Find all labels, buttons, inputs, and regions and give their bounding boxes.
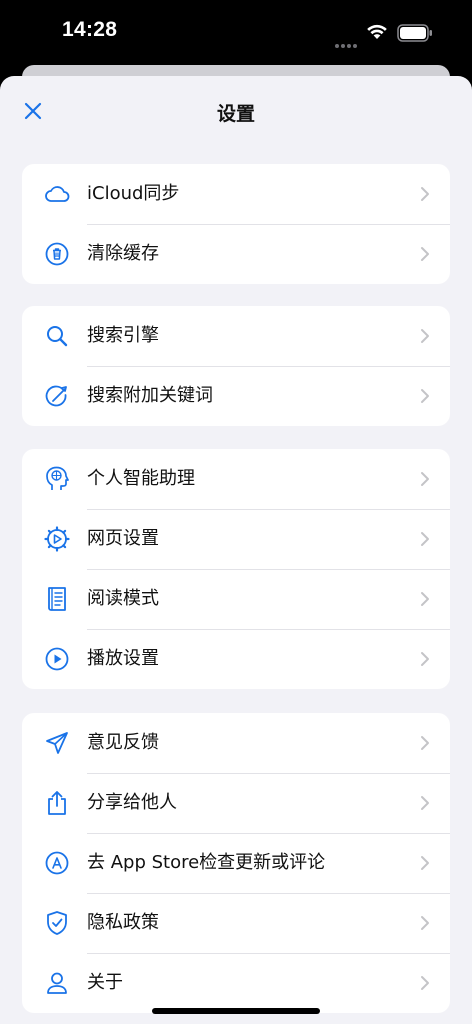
settings-group-search: 搜索引擎 搜索附加关键词: [22, 306, 450, 426]
chevron-right-icon: [421, 856, 429, 870]
wifi-icon: [367, 24, 387, 39]
status-bar: 14:28: [0, 0, 472, 64]
search-icon: [44, 323, 70, 349]
page-title: 设置: [216, 103, 255, 125]
row-playback-settings[interactable]: 播放设置: [22, 629, 450, 689]
row-label: 分享给他人: [87, 792, 177, 813]
row-label: 去 App Store检查更新或评论: [87, 852, 326, 873]
shield-check-icon: [44, 910, 70, 936]
row-privacy-policy[interactable]: 隐私政策: [22, 893, 450, 953]
chevron-right-icon: [421, 247, 429, 261]
row-label: iCloud同步: [87, 183, 180, 204]
settings-sheet: 设置 iCloud同步 清除缓存 搜索引擎 搜索附加关键词 个人智能助理 网页设…: [0, 76, 472, 1024]
book-icon: [44, 586, 70, 612]
row-clear-cache[interactable]: 清除缓存: [22, 224, 450, 284]
row-label: 搜索引擎: [87, 325, 159, 346]
chevron-right-icon: [421, 329, 429, 343]
row-about[interactable]: 关于: [22, 953, 450, 1013]
row-search-keywords[interactable]: 搜索附加关键词: [22, 366, 450, 426]
chevron-right-icon: [421, 532, 429, 546]
signal-dots-icon: [335, 33, 359, 52]
app-store-icon: [44, 850, 70, 876]
chevron-right-icon: [421, 796, 429, 810]
row-label: 阅读模式: [87, 588, 159, 609]
row-label: 意见反馈: [87, 732, 159, 753]
chevron-right-icon: [421, 389, 429, 403]
cloud-icon: [44, 181, 70, 207]
row-app-store[interactable]: 去 App Store检查更新或评论: [22, 833, 450, 893]
row-label: 个人智能助理: [87, 468, 195, 489]
home-indicator: [152, 1008, 320, 1014]
row-label: 网页设置: [87, 528, 159, 549]
chevron-right-icon: [421, 652, 429, 666]
person-icon: [44, 970, 70, 996]
row-search-engine[interactable]: 搜索引擎: [22, 306, 450, 366]
settings-group-about: 意见反馈 分享给他人 去 App Store检查更新或评论 隐私政策 关于: [22, 713, 450, 1013]
chevron-right-icon: [421, 916, 429, 930]
chevron-right-icon: [421, 976, 429, 990]
brain-head-icon: [44, 466, 70, 492]
row-label: 搜索附加关键词: [87, 385, 213, 406]
row-label: 播放设置: [87, 648, 159, 669]
row-label: 关于: [87, 972, 123, 993]
chevron-right-icon: [421, 592, 429, 606]
keyword-edit-icon: [44, 383, 70, 409]
row-icloud-sync[interactable]: iCloud同步: [22, 164, 450, 224]
share-icon: [44, 790, 70, 816]
row-reading-mode[interactable]: 阅读模式: [22, 569, 450, 629]
settings-group-features: 个人智能助理 网页设置 阅读模式 播放设置: [22, 449, 450, 689]
trash-icon: [44, 241, 70, 267]
battery-icon: [397, 24, 432, 42]
chevron-right-icon: [421, 472, 429, 486]
row-ai-assistant[interactable]: 个人智能助理: [22, 449, 450, 509]
row-label: 清除缓存: [87, 243, 159, 264]
play-circle-icon: [44, 646, 70, 672]
status-time: 14:28: [62, 18, 118, 41]
row-web-settings[interactable]: 网页设置: [22, 509, 450, 569]
row-share[interactable]: 分享给他人: [22, 773, 450, 833]
paper-plane-icon: [44, 730, 70, 756]
row-feedback[interactable]: 意见反馈: [22, 713, 450, 773]
chevron-right-icon: [421, 736, 429, 750]
row-label: 隐私政策: [87, 912, 159, 933]
settings-group-sync: iCloud同步 清除缓存: [22, 164, 450, 284]
gear-play-icon: [44, 526, 70, 552]
chevron-right-icon: [421, 187, 429, 201]
